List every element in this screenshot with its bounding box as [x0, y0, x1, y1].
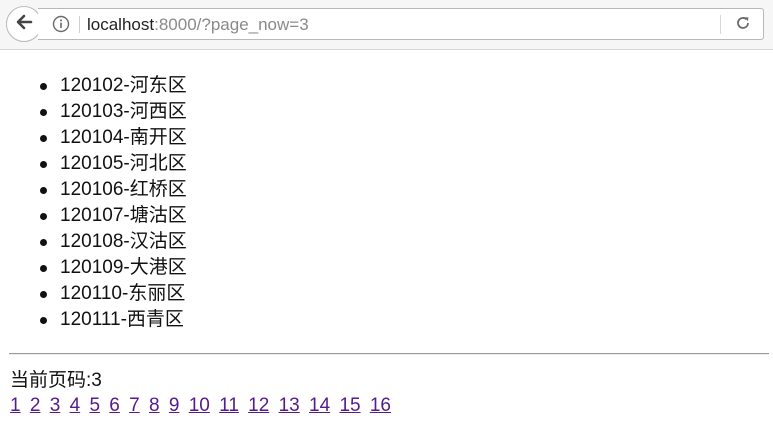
page-link-2[interactable]: 2 [30, 395, 41, 416]
bullet-icon [40, 317, 47, 324]
bullet-icon [40, 291, 47, 298]
arrow-left-icon [14, 12, 34, 37]
district-label: 120104-南开区 [60, 127, 187, 148]
district-label: 120103-河西区 [60, 101, 187, 122]
browser-toolbar: localhost:8000/?page_now=3 [0, 0, 773, 50]
list-item: 120109-大港区 [38, 255, 187, 281]
reload-icon [735, 15, 751, 36]
district-list: 120102-河东区 120103-河西区 120104-南开区 120105-… [38, 73, 187, 333]
list-item: 120106-红桥区 [38, 177, 187, 203]
page-link-1[interactable]: 1 [10, 395, 21, 416]
bullet-icon [40, 213, 47, 220]
district-label: 120106-红桥区 [60, 179, 187, 200]
bullet-icon [40, 239, 47, 246]
url-host: localhost [87, 15, 155, 34]
bullet-icon [40, 187, 47, 194]
bullet-icon [40, 161, 47, 168]
district-label: 120110-东丽区 [60, 283, 186, 304]
list-item: 120105-河北区 [38, 151, 187, 177]
address-bar[interactable]: localhost:8000/?page_now=3 [38, 8, 764, 40]
page-link-8[interactable]: 8 [149, 395, 160, 416]
list-item: 120102-河东区 [38, 73, 187, 99]
current-page-label: 当前页码:3 [10, 370, 102, 391]
district-label: 120105-河北区 [60, 153, 187, 174]
horizontal-divider [9, 353, 769, 355]
list-item: 120107-塘沽区 [38, 203, 187, 229]
list-item: 120111-西青区 [38, 307, 187, 333]
page-link-5[interactable]: 5 [89, 395, 100, 416]
page-link-6[interactable]: 6 [109, 395, 120, 416]
district-label: 120102-河东区 [60, 75, 187, 96]
district-label: 120107-塘沽区 [60, 205, 187, 226]
bullet-icon [40, 135, 47, 142]
page-link-4[interactable]: 4 [70, 395, 81, 416]
url-text[interactable]: localhost:8000/?page_now=3 [87, 15, 309, 35]
back-button[interactable] [6, 6, 42, 42]
page-link-11[interactable]: 11 [219, 395, 239, 416]
url-path: :8000/?page_now=3 [154, 15, 309, 34]
reload-button[interactable] [733, 15, 753, 35]
page-link-13[interactable]: 13 [279, 395, 300, 416]
page-link-10[interactable]: 10 [189, 395, 210, 416]
page-link-9[interactable]: 9 [169, 395, 180, 416]
page-link-14[interactable]: 14 [309, 395, 330, 416]
list-item: 120108-汉沽区 [38, 229, 187, 255]
page-link-16[interactable]: 16 [370, 395, 391, 416]
bullet-icon [40, 265, 47, 272]
reload-separator [720, 15, 721, 34]
page-link-12[interactable]: 12 [248, 395, 269, 416]
list-item: 120104-南开区 [38, 125, 187, 151]
district-label: 120111-西青区 [60, 309, 184, 330]
bullet-icon [40, 83, 47, 90]
list-item: 120110-东丽区 [38, 281, 187, 307]
district-label: 120108-汉沽区 [60, 231, 187, 252]
url-separator [79, 16, 80, 33]
page-link-3[interactable]: 3 [50, 395, 61, 416]
page-link-15[interactable]: 15 [339, 395, 360, 416]
pagination: 1 2 3 4 5 6 7 8 9 10 11 12 13 14 15 16 [10, 395, 395, 417]
district-label: 120109-大港区 [60, 257, 187, 278]
bullet-icon [40, 109, 47, 116]
list-item: 120103-河西区 [38, 99, 187, 125]
info-icon[interactable] [52, 15, 70, 33]
page-link-7[interactable]: 7 [129, 395, 140, 416]
